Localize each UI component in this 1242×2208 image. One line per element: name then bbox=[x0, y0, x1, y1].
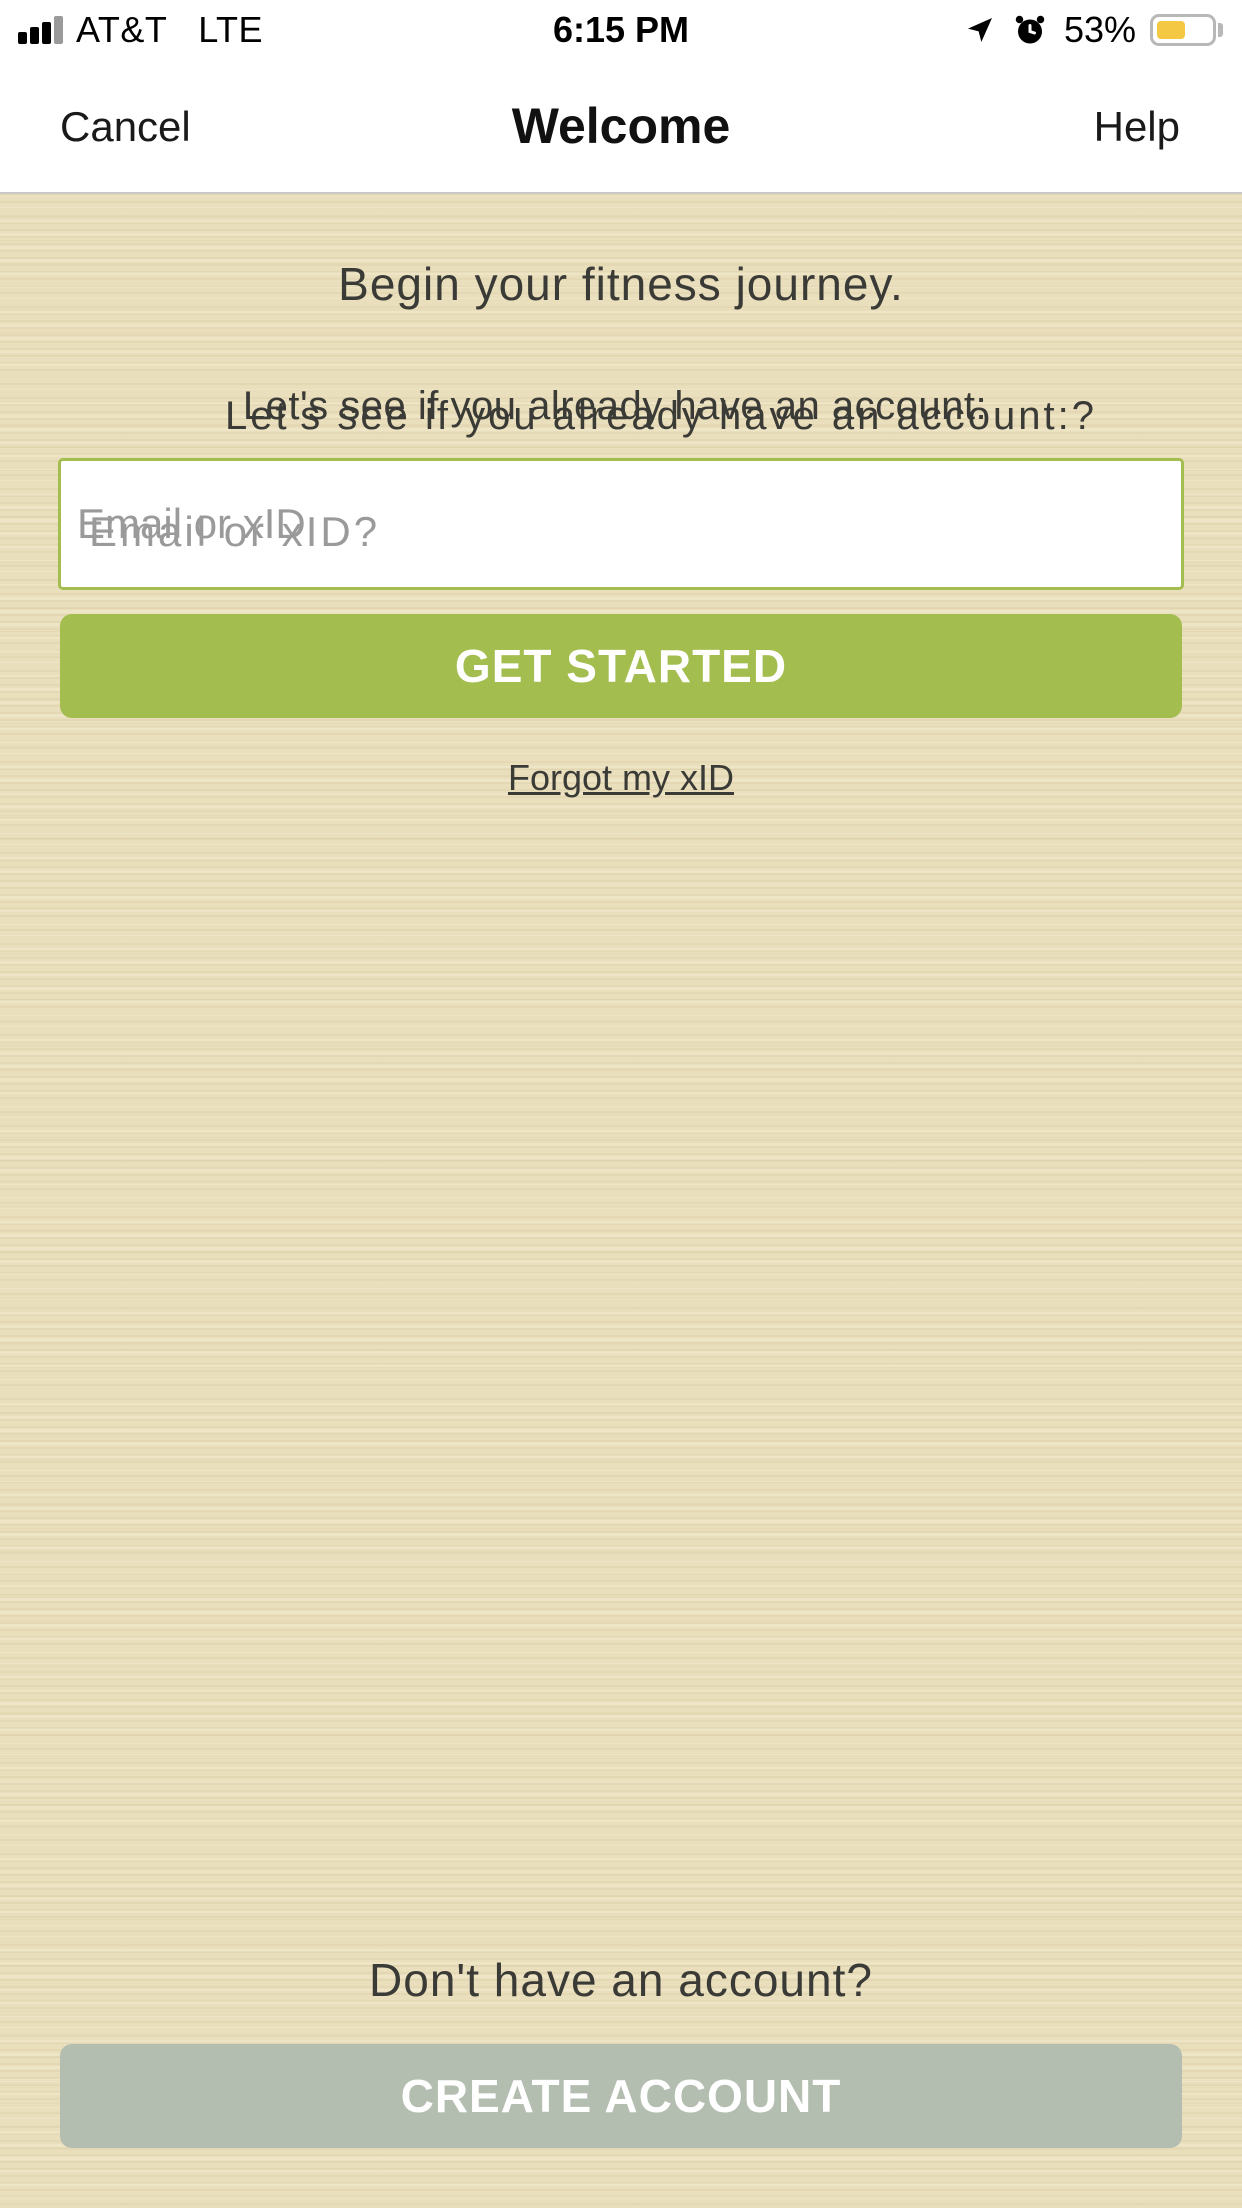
create-account-button[interactable]: CREATE ACCOUNT bbox=[60, 2044, 1182, 2148]
battery-fill bbox=[1157, 21, 1185, 39]
account-prompt-overlay: Let's see if you already have an account… bbox=[225, 394, 1097, 438]
page-title: Welcome bbox=[511, 98, 731, 154]
alarm-clock-icon bbox=[1015, 15, 1045, 44]
battery-icon bbox=[1150, 14, 1216, 46]
forgot-xid-link[interactable]: Forgot my xID bbox=[508, 757, 734, 798]
battery-cap bbox=[1218, 23, 1223, 37]
location-arrow-icon bbox=[968, 18, 992, 42]
status-bar: AT&T LTE 6:15 PM 53% bbox=[0, 0, 1242, 62]
email-input[interactable]: Email or xID Email or xID? bbox=[58, 458, 1184, 590]
nav-bar: Cancel Welcome Help bbox=[0, 62, 1242, 194]
headline: Begin your fitness journey. bbox=[338, 258, 904, 310]
status-time: 6:15 PM bbox=[552, 9, 690, 50]
battery-percent: 53% bbox=[1064, 9, 1137, 50]
forgot-xid-row: Forgot my xID bbox=[0, 756, 1242, 800]
get-started-button[interactable]: GET STARTED bbox=[60, 614, 1182, 718]
welcome-content: Begin your fitness journey. Let's see if… bbox=[0, 194, 1242, 2208]
email-placeholder-overlay: Email or xID? bbox=[89, 508, 381, 555]
no-account-label: Don't have an account? bbox=[369, 1954, 873, 2006]
help-button[interactable]: Help bbox=[1094, 102, 1180, 152]
